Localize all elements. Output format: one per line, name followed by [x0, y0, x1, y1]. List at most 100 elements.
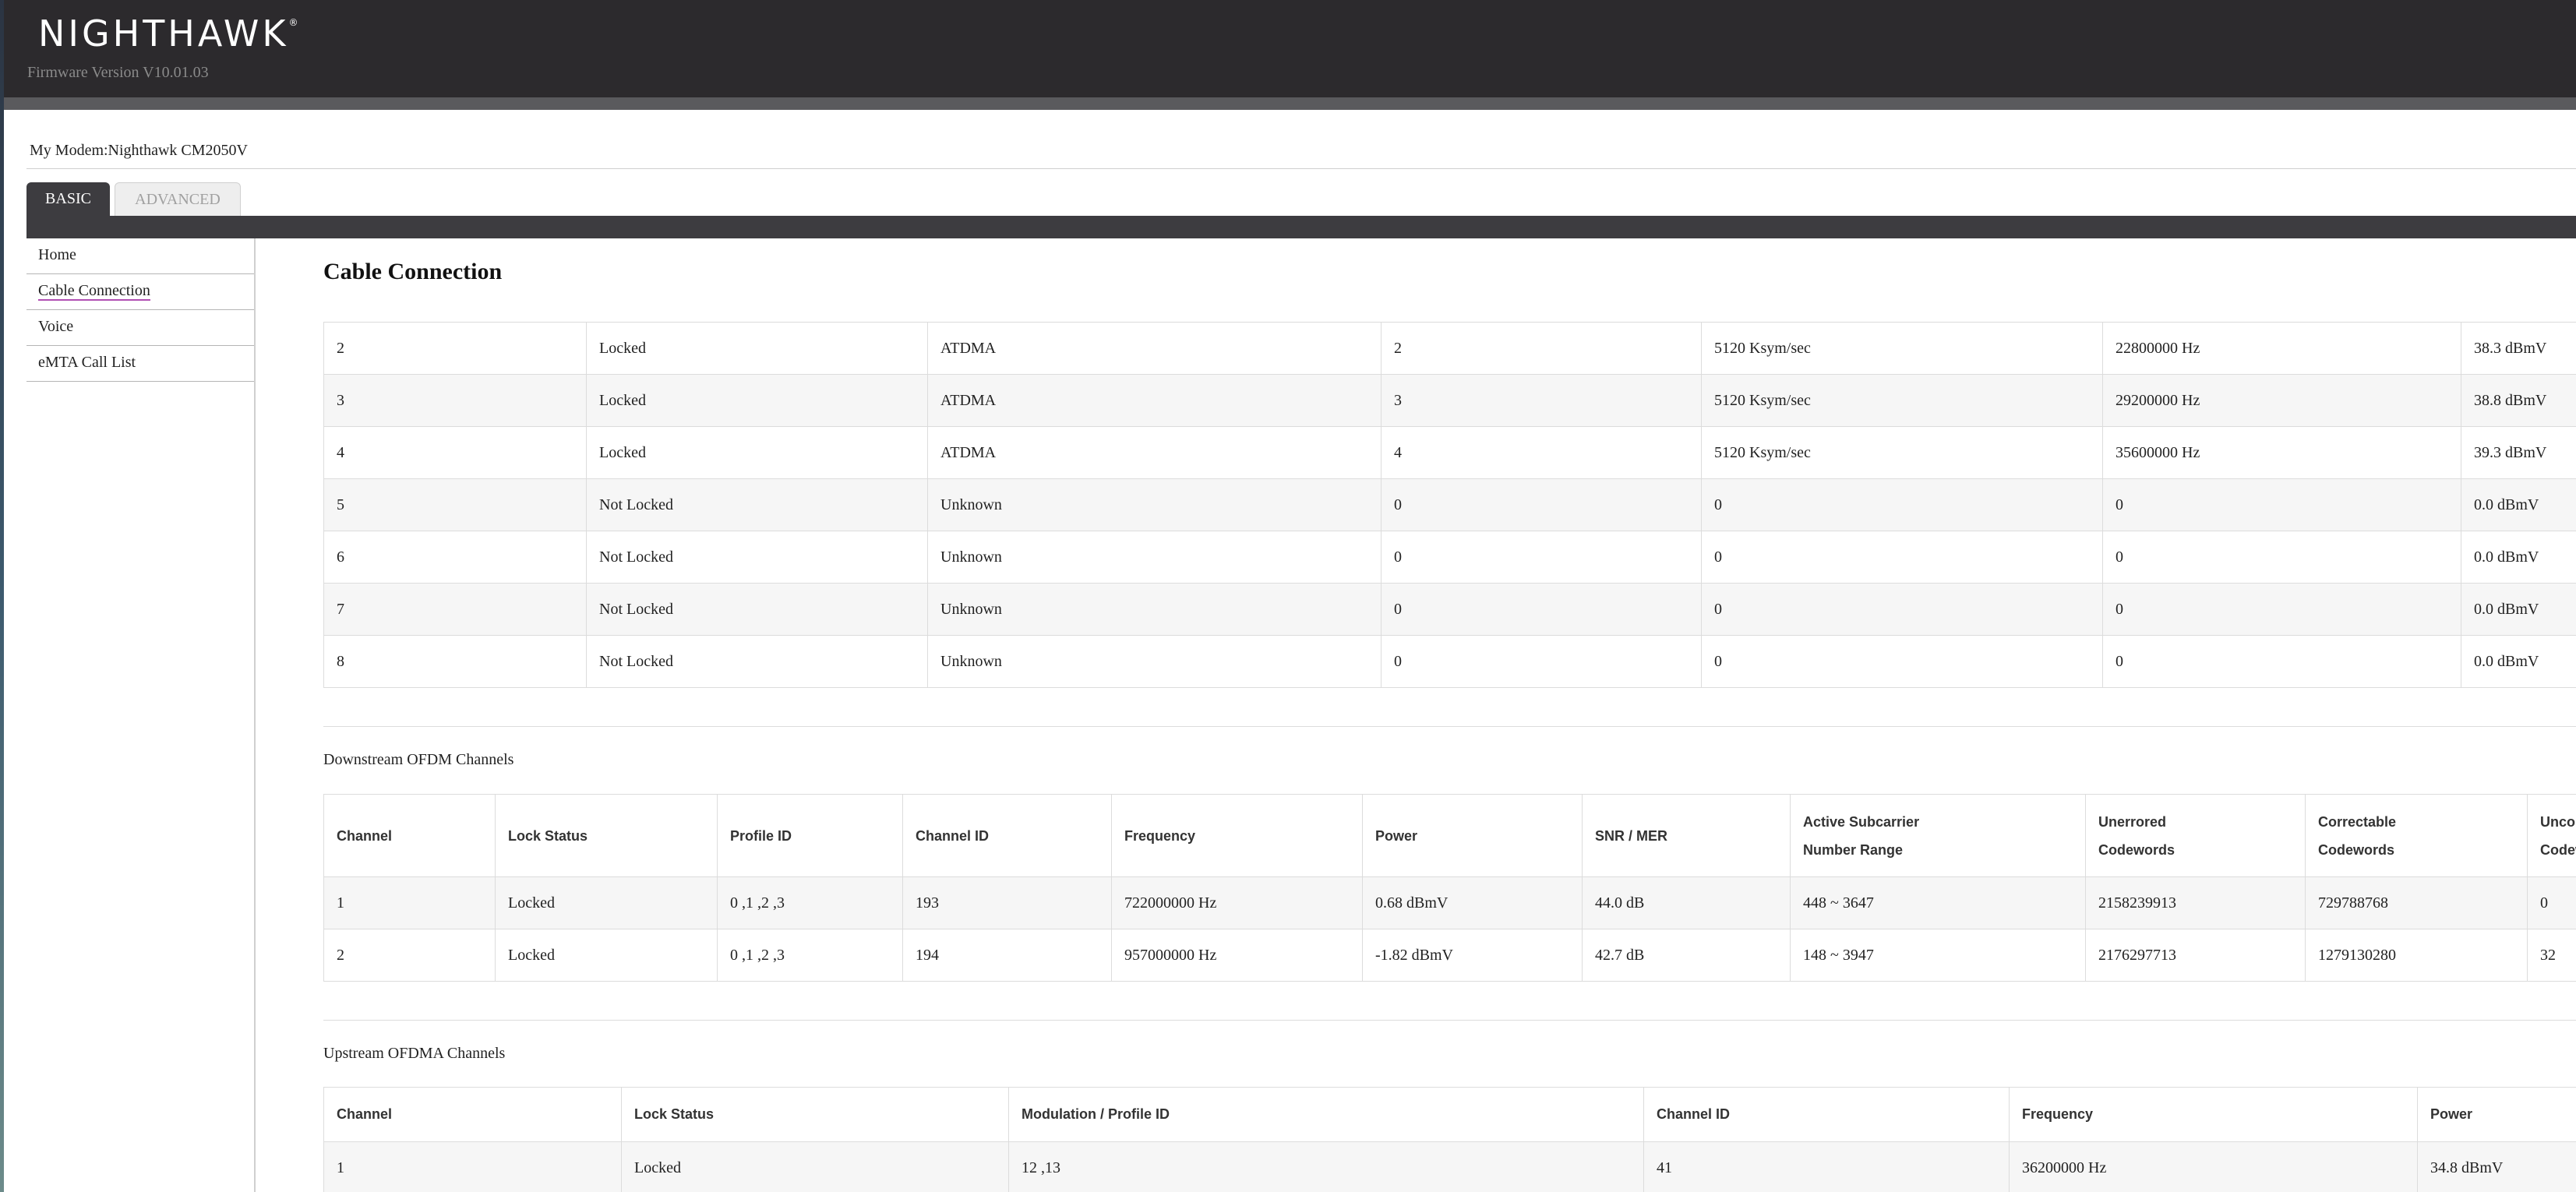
header-bar: NIGHTHAWK® Firmware Version V10.01.03	[4, 0, 2576, 97]
table-cell: 4	[323, 426, 587, 479]
table-cell: ATDMA	[927, 426, 1382, 479]
column-header: SNR / MER	[1582, 794, 1791, 877]
tab-basic[interactable]: BASIC	[26, 182, 110, 216]
table-cell: 12 ,13	[1008, 1141, 1644, 1192]
column-header: Active Subcarrier Number Range	[1790, 794, 2086, 877]
table-cell: 2	[1381, 322, 1702, 375]
table-cell: 0	[1381, 478, 1702, 531]
column-header: Power	[1362, 794, 1583, 877]
table-cell: ATDMA	[927, 374, 1382, 427]
table-cell: 5120 Ksym/sec	[1701, 374, 2103, 427]
sidebar-item-cable-connection[interactable]: Cable Connection	[26, 274, 256, 310]
column-header-text: Codewords	[2540, 841, 2576, 858]
column-header: Frequency	[1111, 794, 1363, 877]
modem-name: My Modem:Nighthawk CM2050V	[30, 142, 248, 159]
table-cell: -1.82 dBmV	[1362, 929, 1583, 982]
table-cell: 3	[1381, 374, 1702, 427]
table-cell: 729788768	[2305, 876, 2528, 929]
sidebar-item-label: eMTA Call List	[38, 354, 136, 371]
table-cell: 5	[323, 478, 587, 531]
table-cell: Locked	[495, 929, 718, 982]
column-header: Channel ID	[902, 794, 1112, 877]
table-cell: 42.7 dB	[1582, 929, 1791, 982]
table-cell: 0.0 dBmV	[2461, 635, 2576, 688]
table-cell: 0	[1701, 583, 2103, 636]
table-cell: 0	[1381, 531, 1702, 584]
table-cell: 0	[2102, 531, 2461, 584]
table-cell: 0	[1381, 583, 1702, 636]
table-cell: 1	[323, 876, 496, 929]
table-cell: 32	[2527, 929, 2576, 982]
sidebar-divider	[254, 238, 256, 1192]
sidebar-item-emta-call-list[interactable]: eMTA Call List	[26, 346, 256, 382]
upstream-ofdma-table: Channel Lock Status Modulation / Profile I…	[323, 1087, 2576, 1192]
table-cell: 0 ,1 ,2 ,3	[717, 929, 903, 982]
header-strip	[4, 97, 2576, 110]
table-cell: 0 ,1 ,2 ,3	[717, 876, 903, 929]
table-cell: 0.0 dBmV	[2461, 583, 2576, 636]
divider	[26, 168, 2576, 169]
table-cell: 5120 Ksym/sec	[1701, 322, 2103, 375]
table-row: 6 Not Locked Unknown 0 0 0 0.0 dBmV	[323, 531, 2576, 584]
table-cell: 0	[1381, 635, 1702, 688]
table-cell: 0	[2102, 635, 2461, 688]
column-header: Profile ID	[717, 794, 903, 877]
table-cell: 5120 Ksym/sec	[1701, 426, 2103, 479]
column-header-text: Lock Status	[508, 827, 588, 844]
table-cell: Unknown	[927, 635, 1382, 688]
table-cell: 41	[1643, 1141, 2010, 1192]
table-cell: 6	[323, 531, 587, 584]
table-cell: 7	[323, 583, 587, 636]
table-cell: 0	[2527, 876, 2576, 929]
table-cell: 8	[323, 635, 587, 688]
table-row: 2 Locked 0 ,1 ,2 ,3 194 957000000 Hz -1.82 dB…	[323, 929, 2576, 982]
tab-advanced[interactable]: ADVANCED	[115, 182, 241, 216]
table-cell: Locked	[586, 374, 928, 427]
table-cell: Locked	[621, 1141, 1009, 1192]
nighthawk-logo: NIGHTHAWK®	[38, 12, 298, 55]
column-header-text: SNR / MER	[1595, 827, 1668, 844]
table-cell: 0	[1701, 478, 2103, 531]
column-header-text: Uncorrectable	[2540, 813, 2576, 830]
table-cell: 22800000 Hz	[2102, 322, 2461, 375]
column-header: Uncorrectable Codewords	[2527, 794, 2576, 877]
column-header: Correctable Codewords	[2305, 794, 2528, 877]
table-cell: ATDMA	[927, 322, 1382, 375]
sidebar: Home Cable Connection Voice eMTA Call Li…	[26, 238, 256, 383]
column-header: Channel	[323, 794, 496, 877]
column-header-text: Codewords	[2098, 841, 2175, 858]
table-cell: Not Locked	[586, 478, 928, 531]
column-header: Channel	[323, 1087, 622, 1142]
upstream-bonded-table: 2 Locked ATDMA 2 5120 Ksym/sec 22800000 Hz 38.…	[323, 322, 2576, 688]
tab-bar	[26, 216, 2576, 238]
table-cell: 2	[323, 929, 496, 982]
column-header: Frequency	[2009, 1087, 2418, 1142]
table-cell: 0	[2102, 583, 2461, 636]
column-header: Channel ID	[1643, 1087, 2010, 1142]
sidebar-item-label: Cable Connection	[38, 282, 150, 301]
upstream-ofdma-title: Upstream OFDMA Channels	[323, 1045, 506, 1062]
table-cell: 194	[902, 929, 1112, 982]
firmware-version: Firmware Version V10.01.03	[27, 64, 209, 81]
table-row: 3 Locked ATDMA 3 5120 Ksym/sec 29200000 Hz 38.…	[323, 374, 2576, 427]
table-cell: 0	[1701, 531, 2103, 584]
column-header: Lock Status	[495, 794, 718, 877]
sidebar-item-voice[interactable]: Voice	[26, 310, 256, 346]
table-cell: 36200000 Hz	[2009, 1141, 2418, 1192]
page-title: Cable Connection	[323, 259, 503, 284]
table-cell: 193	[902, 876, 1112, 929]
section-divider	[323, 726, 2576, 727]
table-cell: 2176297713	[2085, 929, 2306, 982]
table-cell: 0	[1701, 635, 2103, 688]
sidebar-item-label: Voice	[38, 318, 74, 335]
table-cell: 3	[323, 374, 587, 427]
table-row: 1 Locked 0 ,1 ,2 ,3 193 722000000 Hz 0.68 dBm…	[323, 876, 2576, 929]
column-header-text: Number Range	[1803, 841, 1904, 858]
table-cell: 1	[323, 1141, 622, 1192]
column-header: Modulation / Profile ID	[1008, 1087, 1644, 1142]
section-divider	[323, 1020, 2576, 1021]
table-cell: 4	[1381, 426, 1702, 479]
sidebar-item-home[interactable]: Home	[26, 238, 256, 274]
table-row: 5 Not Locked Unknown 0 0 0 0.0 dBmV	[323, 478, 2576, 531]
table-row: 8 Not Locked Unknown 0 0 0 0.0 dBmV	[323, 635, 2576, 688]
